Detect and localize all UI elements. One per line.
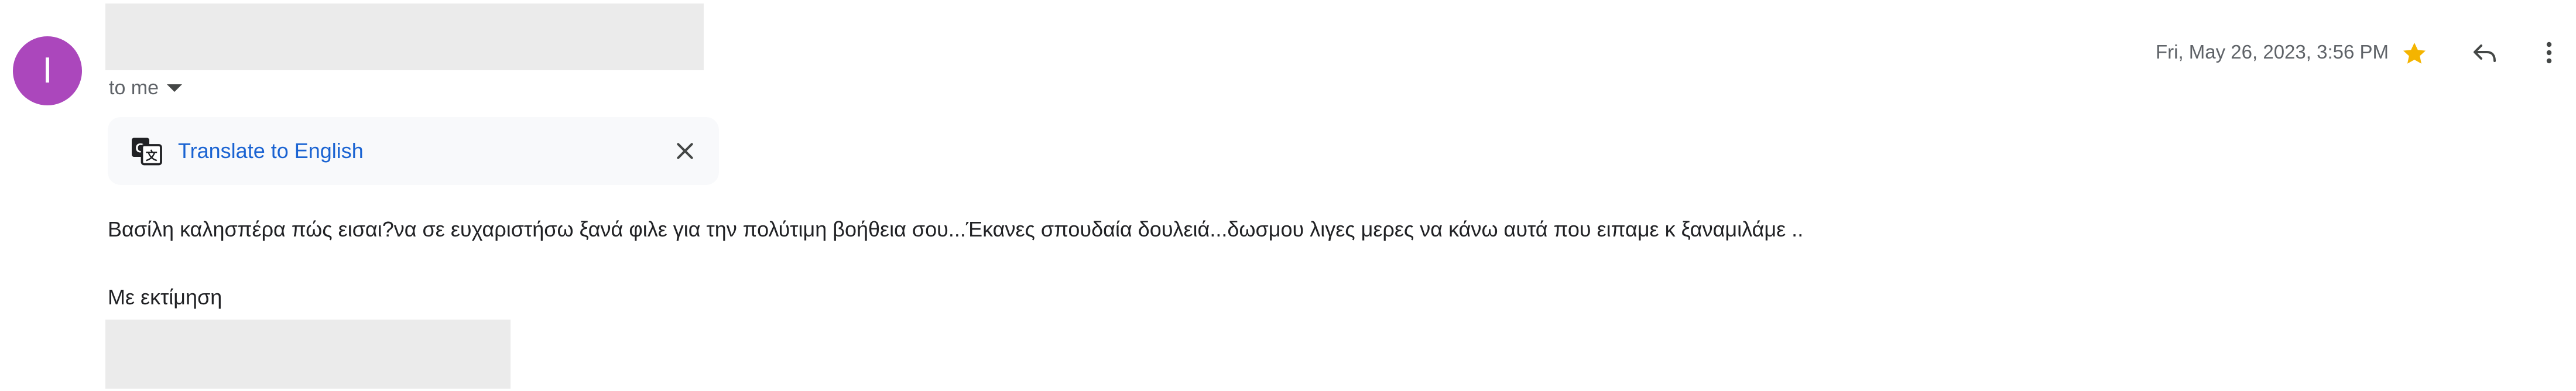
star-button[interactable] — [2393, 33, 2435, 75]
reply-icon — [2474, 44, 2496, 62]
translate-to-english-link[interactable]: Translate to English — [178, 117, 364, 185]
more-options-button[interactable] — [2528, 32, 2570, 74]
message-body: Βασίλη καλησπέρα πώς εισαι?να σε ευχαρισ… — [108, 217, 1804, 241]
translate-banner: G 文 Translate to English — [108, 117, 719, 185]
star-icon — [2403, 43, 2426, 64]
sender-name-redacted — [105, 4, 704, 70]
message-sign-off: Με εκτίμηση — [108, 285, 222, 309]
more-vert-icon — [2546, 42, 2552, 64]
sender-avatar[interactable]: I — [13, 36, 82, 105]
recipient-details-toggle[interactable]: to me — [109, 75, 183, 101]
caret-down-icon[interactable] — [167, 84, 183, 92]
reply-button[interactable] — [2464, 32, 2506, 74]
close-icon[interactable] — [673, 139, 697, 163]
svg-text:文: 文 — [146, 149, 158, 163]
message-date: Fri, May 26, 2023, 3:56 PM — [2155, 41, 2389, 63]
signature-redacted — [105, 320, 511, 389]
translate-icon: G 文 — [132, 138, 162, 166]
recipient-label: to me — [109, 76, 159, 99]
